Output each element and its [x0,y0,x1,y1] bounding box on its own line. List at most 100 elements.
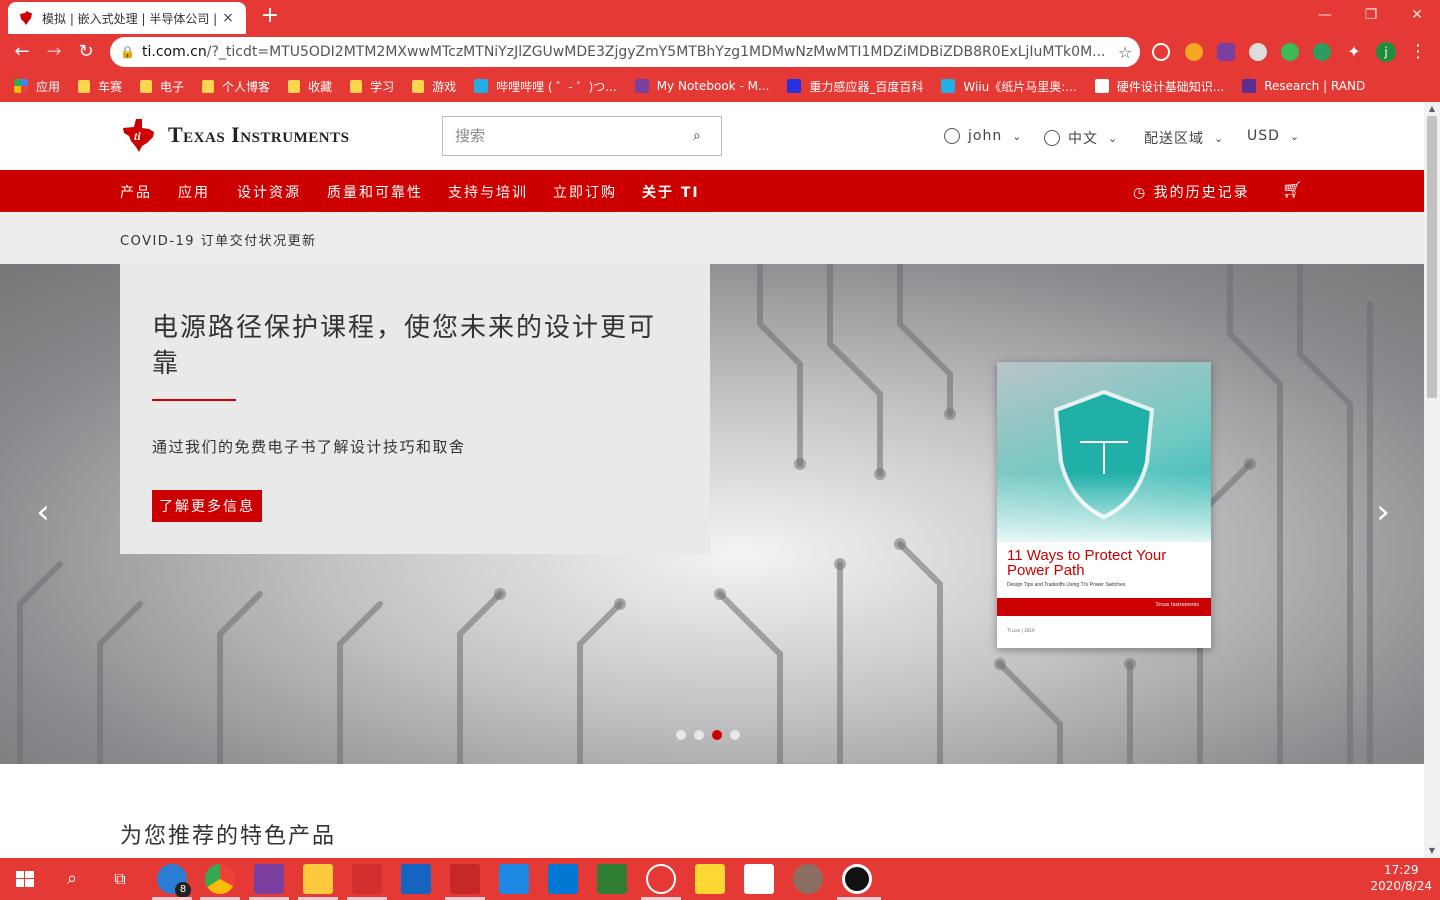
browser-tab[interactable]: 模拟 | 嵌入式处理 | 半导体公司 | × [8,2,246,34]
onenote-extension-icon[interactable] [1217,43,1235,61]
v-app-icon[interactable] [597,864,627,894]
nav-applications[interactable]: 应用 [178,182,210,202]
page-scrollbar[interactable]: ▲ ▼ [1424,102,1440,858]
bookmark-item[interactable]: 游戏 [412,78,456,95]
typora-icon[interactable] [744,864,774,894]
netease-music-icon[interactable] [646,864,676,894]
chevron-down-icon: ⌄ [1012,129,1023,143]
bookmark-item[interactable]: 个人博客 [202,78,270,95]
player-icon[interactable] [695,864,725,894]
windows-start-icon[interactable] [10,864,40,894]
b-app-icon[interactable] [450,864,480,894]
nav-design-resources[interactable]: 设计资源 [237,182,301,202]
game-app-icon[interactable] [793,864,823,894]
ti-favicon-icon [20,11,32,25]
ebook-cover-image[interactable]: 11 Ways to Protect Your Power Path Desig… [997,362,1211,648]
todo-badge: 8 [175,882,191,898]
onenote-icon[interactable] [254,864,284,894]
scroll-thumb[interactable] [1427,116,1437,398]
carousel-dot[interactable] [676,730,686,740]
bookmark-item[interactable]: 哔哩哔哩 ( ゜- ゜)つ... [474,78,617,95]
language-label: 中文 [1068,131,1098,147]
ebook-footer: TI.com | 2019 [1007,628,1035,633]
search-icon[interactable]: ⌕ [57,864,87,894]
bookmarks-bar: 应用 车赛 电子 个人博客 收藏 学习 游戏 哔哩哔哩 ( ゜- ゜)つ... My Noteb… [0,70,1440,102]
close-window-icon[interactable]: ✕ [1394,0,1440,30]
nav-about[interactable]: 关于 TI [642,182,700,202]
back-icon[interactable]: ← [10,40,34,64]
bookmark-label: 车赛 [98,79,123,94]
profile-avatar-icon[interactable]: j [1376,42,1396,62]
chrome-icon[interactable] [205,864,235,894]
cart-icon[interactable]: 🛒︎ [1282,180,1302,200]
record-icon[interactable] [842,864,872,894]
covid-link[interactable]: COVID-19 订单交付状况更新 [120,230,317,249]
address-bar[interactable]: 🔒 ti.com.cn/?_ticdt=MTU5ODI2MTM2MXwwMTcz… [110,37,1140,67]
clock-date: 2020/8/24 [1370,879,1432,893]
currency-menu[interactable]: USD ⌄ [1247,128,1300,144]
bilibili-icon [474,79,489,93]
reload-icon[interactable]: ↻ [74,40,98,64]
bookmark-label: 游戏 [432,79,457,94]
taskbar-clock[interactable]: 17:29 2020/8/24 [1370,862,1432,894]
ti-logo[interactable]: ti Texas Instruments [120,116,349,154]
restore-icon[interactable]: ❐ [1348,0,1394,30]
bookmark-label: 学习 [370,79,395,94]
bookmark-item[interactable]: 重力感应器_百度百科 [787,78,923,95]
browser-menu-icon[interactable]: ⋮ [1406,40,1430,64]
nav-quality[interactable]: 质量和可靠性 [327,182,423,202]
rand-icon [1242,79,1257,93]
carousel-dot[interactable] [730,730,740,740]
nav-products[interactable]: 产品 [120,182,152,202]
bookmark-item[interactable]: Wiiu《纸片马里奥:... [941,78,1077,95]
nav-order[interactable]: 立即订购 [553,182,617,202]
nav-support[interactable]: 支持与培训 [448,182,528,202]
bookmark-item[interactable]: 电子 [140,78,184,95]
bookmark-label: 重力感应器_百度百科 [809,79,924,94]
youdao-icon[interactable] [352,864,382,894]
tab-close-icon[interactable]: × [220,10,236,26]
hero-title: 电源路径保护课程，使您未来的设计更可靠 [152,313,657,379]
search-icon[interactable]: ⌕ [693,128,709,144]
scroll-up-icon[interactable]: ▲ [1424,102,1440,116]
owl-extension-icon[interactable] [1185,43,1203,61]
adblock-extension-icon[interactable] [1152,43,1170,61]
carousel-dot[interactable] [694,730,704,740]
history-link[interactable]: ◷ 我的历史记录 [1133,182,1250,202]
forward-icon[interactable]: → [42,40,66,64]
search-input[interactable] [455,127,693,145]
url-text[interactable]: ti.com.cn/?_ticdt=MTU5ODI2MTM2MXwwMTczMT… [142,44,1110,60]
ebook-brand-band: Texas Instruments [997,598,1211,616]
folder-icon [288,79,301,93]
bookmark-item[interactable]: 收藏 [288,78,332,95]
carousel-dot[interactable] [712,730,722,740]
carousel-next-icon[interactable]: › [1368,492,1398,532]
bookmark-star-icon[interactable]: ☆ [1110,43,1140,62]
folder-icon [202,79,215,93]
minimize-icon[interactable]: — [1302,0,1348,30]
cat-extension-icon[interactable] [1249,43,1267,61]
vscode-icon[interactable] [548,864,578,894]
new-tab-button[interactable]: + [258,4,282,28]
user-icon [944,128,960,144]
translate-extension-icon[interactable] [1313,43,1331,61]
bookmark-item[interactable]: Research | RAND [1242,79,1365,93]
file-explorer-icon[interactable] [303,864,333,894]
task-view-icon[interactable]: ⧉ [105,864,135,894]
bookmark-item[interactable]: 应用 [14,78,60,95]
bookmark-item[interactable]: My Notebook - M... [634,79,769,93]
bookmark-item[interactable]: 学习 [350,78,394,95]
sigma-app-icon[interactable] [499,864,529,894]
extensions-puzzle-icon[interactable]: ✦ [1345,43,1363,61]
bookmark-item[interactable]: 车赛 [78,78,122,95]
carousel-prev-icon[interactable]: ‹ [28,492,58,532]
user-menu[interactable]: john ⌄ [944,128,1022,144]
learn-more-button[interactable]: 了解更多信息 [152,490,262,522]
matlab-icon[interactable] [401,864,431,894]
region-menu[interactable]: 配送区域 ⌄ [1144,128,1224,148]
bookmark-item[interactable]: 硬件设计基础知识... [1094,78,1224,95]
color-extension-icon[interactable] [1281,43,1299,61]
todo-app-icon[interactable]: 8 [157,864,191,898]
language-menu[interactable]: 中文 ⌄ [1044,128,1118,148]
scroll-down-icon[interactable]: ▼ [1424,844,1440,858]
